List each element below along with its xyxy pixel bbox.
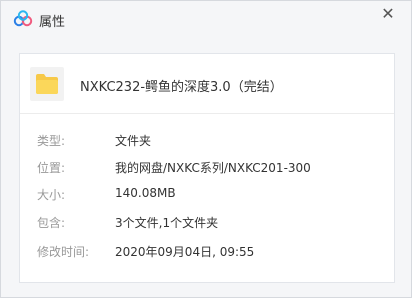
property-row-contains: 包含: 3个文件,1个文件夹 — [20, 214, 394, 234]
folder-thumbnail — [30, 67, 64, 101]
property-label: 包含: — [37, 216, 66, 230]
property-row-type: 类型: 文件夹 — [20, 132, 394, 152]
property-label: 大小: — [37, 188, 66, 202]
property-label: 修改时间: — [37, 245, 90, 259]
close-icon[interactable]: ✕ — [381, 4, 394, 23]
property-row-size: 大小: 140.08MB — [20, 186, 394, 206]
dialog-title: 属性 — [39, 15, 66, 30]
property-row-location: 位置: 我的网盘/NXKC系列/NXKC201-300 — [20, 159, 394, 179]
property-label: 类型: — [37, 134, 66, 148]
property-value: 3个文件,1个文件夹 — [115, 216, 219, 230]
folder-icon — [36, 74, 58, 94]
properties-panel: NXKC232-鳄鱼的深度3.0（完结） 类型: 文件夹 位置: 我的网盘/NX… — [19, 53, 395, 283]
property-value: 140.08MB — [115, 186, 176, 200]
property-row-modified: 修改时间: 2020年09月04日, 09:55 — [20, 243, 394, 263]
property-value: 我的网盘/NXKC系列/NXKC201-300 — [115, 161, 311, 175]
property-value: 文件夹 — [115, 134, 152, 148]
file-name: NXKC232-鳄鱼的深度3.0（完结） — [80, 80, 283, 95]
file-header: NXKC232-鳄鱼的深度3.0（完结） — [20, 54, 394, 114]
property-label: 位置: — [37, 161, 66, 175]
close-button[interactable]: ✕ — [379, 5, 397, 23]
baidu-netdisk-logo-icon — [13, 10, 33, 27]
title-bar: 属性 ✕ — [1, 1, 411, 37]
properties-dialog: 属性 ✕ NXKC232-鳄鱼的深度3.0（完结） 类型: 文件夹 位置: 我的… — [0, 0, 412, 298]
property-value: 2020年09月04日, 09:55 — [115, 245, 255, 259]
